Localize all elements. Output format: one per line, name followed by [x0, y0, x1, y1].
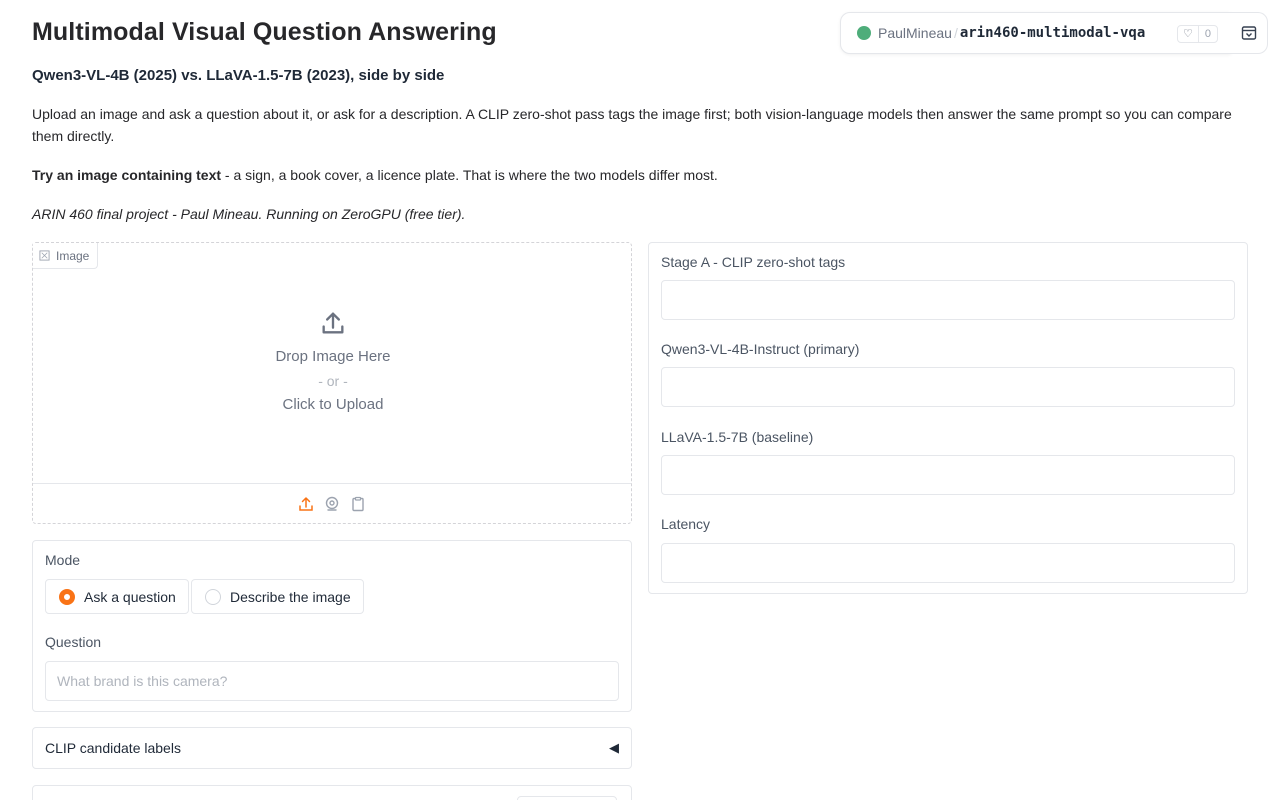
latency-label: Latency	[661, 516, 711, 532]
description-text: Upload an image and ask a question about…	[32, 106, 1232, 144]
space-badge[interactable]: PaulMineau / arin460-multimodal-vqa ♡ 0	[840, 12, 1231, 54]
radio-unchecked-icon	[205, 588, 221, 605]
tip-text: Try an image containing text - a sign, a…	[32, 164, 1242, 186]
question-input[interactable]	[45, 661, 619, 701]
mode-option-ask-label: Ask a question	[84, 588, 176, 605]
mode-option-describe[interactable]: Describe the image	[191, 579, 364, 614]
webcam-source-button[interactable]	[324, 496, 340, 512]
path-separator: /	[953, 25, 958, 41]
collapse-arrow-icon: ◀	[609, 740, 619, 755]
page-subtitle: Qwen3-VL-4B (2025) vs. LLaVA-1.5-7B (202…	[32, 67, 445, 84]
credit-text: ARIN 460 final project - Paul Mineau. Ru…	[32, 206, 466, 222]
accordion-label: CLIP candidate labels	[45, 740, 181, 756]
qwen-output[interactable]	[661, 367, 1235, 407]
mode-label: Mode	[45, 552, 81, 568]
space-menu-button[interactable]	[1230, 12, 1268, 54]
space-owner-link[interactable]: PaulMineau	[878, 25, 952, 41]
mode-option-ask[interactable]: Ask a question	[45, 579, 189, 614]
running-status-icon	[857, 26, 871, 40]
upload-icon	[322, 312, 344, 334]
webcam-icon	[325, 496, 339, 511]
llava-label: LLaVA-1.5-7B (baseline)	[661, 429, 814, 445]
question-label: Question	[45, 634, 102, 650]
outputs-panel: Stage A - CLIP zero-shot tags Qwen3-VL-4…	[648, 242, 1248, 594]
like-count: 0	[1204, 28, 1211, 40]
query-controls-panel: Mode Ask a question Describe the image Q…	[32, 540, 632, 712]
upload-source-icon	[299, 496, 313, 511]
next-panel-button[interactable]	[517, 796, 617, 800]
latency-output[interactable]	[661, 543, 1235, 583]
image-icon	[39, 250, 50, 261]
drop-image-text: Drop Image Here	[275, 348, 391, 365]
click-upload-text: Click to Upload	[282, 396, 384, 413]
image-drop-zone[interactable]: Drop Image Here - or - Click to Upload	[33, 243, 633, 483]
page-title: Multimodal Visual Question Answering	[32, 18, 497, 46]
upload-source-button[interactable]	[298, 496, 314, 512]
image-upload-panel[interactable]: Drop Image Here - or - Click to Upload I…	[32, 242, 632, 524]
like-button[interactable]: ♡ 0	[1177, 25, 1218, 43]
tip-rest: - a sign, a book cover, a licence plate.…	[221, 167, 718, 183]
window-collapse-icon	[1241, 26, 1256, 40]
or-text: - or -	[318, 373, 348, 389]
clipboard-icon	[352, 496, 364, 511]
page-header: Multimodal Visual Question Answering	[32, 18, 832, 47]
clipboard-source-button[interactable]	[350, 496, 366, 512]
qwen-label: Qwen3-VL-4B-Instruct (primary)	[661, 341, 860, 357]
space-name-link[interactable]: arin460-multimodal-vqa	[960, 25, 1145, 41]
clip-tags-output[interactable]	[661, 280, 1235, 320]
heart-icon: ♡	[1178, 26, 1199, 42]
image-label-text: Image	[56, 248, 90, 263]
image-block-label: Image	[33, 243, 99, 269]
next-panel	[32, 785, 632, 800]
radio-checked-icon	[59, 588, 75, 605]
clip-tags-label: Stage A - CLIP zero-shot tags	[661, 254, 846, 270]
clip-labels-accordion[interactable]: CLIP candidate labels ◀	[32, 727, 632, 769]
mode-option-describe-label: Describe the image	[230, 588, 351, 605]
image-source-toolbar	[33, 483, 631, 523]
llava-output[interactable]	[661, 455, 1235, 495]
tip-bold: Try an image containing text	[32, 167, 222, 183]
